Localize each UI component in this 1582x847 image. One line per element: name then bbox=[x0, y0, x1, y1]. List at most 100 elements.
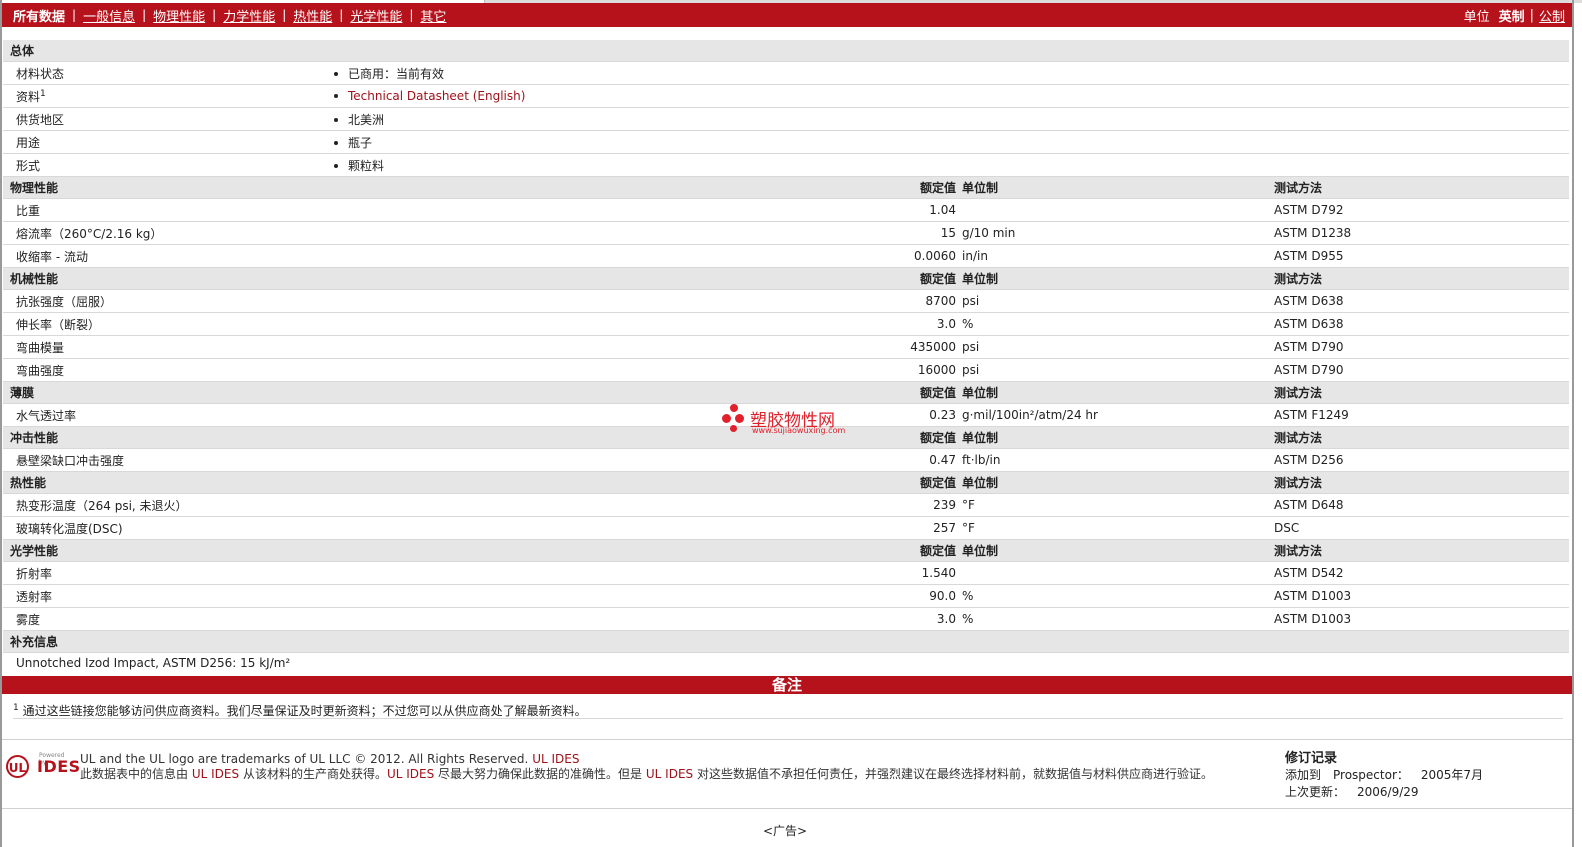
col-unit: 单位制 bbox=[962, 426, 1274, 449]
property-name: 形式 bbox=[3, 153, 326, 177]
ul-ides-logo[interactable]: UL Powered by IDES bbox=[6, 752, 80, 782]
section-header: 薄膜 额定值 单位制 测试方法 bbox=[3, 381, 1569, 404]
nav-mechanical[interactable]: 力学性能 bbox=[223, 6, 275, 25]
nav-general-info[interactable]: 一般信息 bbox=[83, 6, 135, 25]
ad-placeholder[interactable]: <广告> bbox=[0, 822, 1570, 839]
test-method: ASTM D1003 bbox=[1274, 584, 1569, 608]
ul-ides-link-2[interactable]: UL IDES bbox=[192, 767, 239, 781]
test-method: ASTM D1238 bbox=[1274, 221, 1569, 245]
bullet-icon bbox=[334, 117, 338, 122]
unit-value: g/10 min bbox=[962, 221, 1274, 245]
history-title: 修订记录 bbox=[1285, 751, 1338, 766]
footnote-marker: 1 bbox=[13, 703, 19, 713]
disclaimer: 此数据表中的信息由 UL IDES 从该材料的生产商处获得。UL IDES 尽最… bbox=[80, 767, 1213, 781]
footnote-marker: 1 bbox=[40, 88, 46, 99]
property-row: 折射率 1.540 ASTM D542 bbox=[3, 561, 1569, 585]
nav-other[interactable]: 其它 bbox=[420, 6, 446, 25]
property-value: Technical Datasheet (English) bbox=[326, 84, 1569, 108]
property-name: 弯曲模量 bbox=[3, 335, 326, 359]
unit-value: psi bbox=[962, 289, 1274, 313]
property-value: 颗粒料 bbox=[326, 153, 1569, 177]
col-method: 测试方法 bbox=[1274, 426, 1569, 449]
property-row: 比重 1.04 ASTM D792 bbox=[3, 198, 1569, 222]
col-nominal: 额定值 bbox=[886, 539, 962, 562]
unit-imperial[interactable]: 英制 bbox=[1499, 6, 1525, 25]
datasheet-link[interactable]: Technical Datasheet (English) bbox=[348, 89, 525, 103]
nav-thermal[interactable]: 热性能 bbox=[293, 6, 332, 25]
added-row: 添加到 Prospector： 2005年7月 bbox=[1285, 768, 1484, 782]
bullet-icon bbox=[334, 94, 338, 98]
property-value: 已商用：当前有效 bbox=[326, 61, 1569, 85]
col-unit: 单位制 bbox=[962, 381, 1274, 404]
property-name: 伸长率（断裂） bbox=[3, 312, 326, 336]
legal-text: UL and the UL logo are trademarks of UL … bbox=[80, 752, 1270, 782]
col-method: 测试方法 bbox=[1274, 176, 1569, 199]
general-row: 材料状态 已商用：当前有效 bbox=[3, 61, 1569, 85]
property-name: 热变形温度（264 psi, 未退火） bbox=[3, 493, 326, 517]
section-header: 热性能 额定值 单位制 测试方法 bbox=[3, 471, 1569, 494]
nav-all-data[interactable]: 所有数据 bbox=[13, 6, 65, 25]
col-nominal: 额定值 bbox=[886, 381, 962, 404]
units-label: 单位 bbox=[1463, 9, 1490, 25]
nominal-value: 435000 bbox=[886, 335, 962, 359]
unit-value: °F bbox=[962, 516, 1274, 540]
test-method: ASTM D955 bbox=[1274, 244, 1569, 268]
col-unit: 单位制 bbox=[962, 539, 1274, 562]
test-method: ASTM D638 bbox=[1274, 312, 1569, 336]
footer-divider bbox=[2, 739, 1572, 740]
section-header: 机械性能 额定值 单位制 测试方法 bbox=[3, 267, 1569, 290]
nominal-value: 3.0 bbox=[886, 607, 962, 631]
test-method: ASTM D790 bbox=[1274, 335, 1569, 359]
ul-logo-icon: UL bbox=[6, 755, 29, 778]
unit-value: psi bbox=[962, 335, 1274, 359]
test-method: ASTM D638 bbox=[1274, 289, 1569, 313]
supplemental-row: Unnotched Izod Impact, ASTM D256: 15 kJ/… bbox=[3, 653, 1569, 674]
supplemental-line: Unnotched Izod Impact, ASTM D256: 15 kJ/… bbox=[16, 656, 291, 670]
nav-optical[interactable]: 光学性能 bbox=[350, 6, 402, 25]
general-row: 资料1 Technical Datasheet (English) bbox=[3, 84, 1569, 108]
col-unit: 单位制 bbox=[962, 471, 1274, 494]
unit-metric[interactable]: 公制 bbox=[1539, 6, 1565, 25]
nominal-value: 0.0060 bbox=[886, 244, 962, 268]
property-row: 熔流率（260°C/2.16 kg） 15 g/10 min ASTM D1238 bbox=[3, 221, 1569, 245]
section-title: 总体 bbox=[3, 40, 1569, 62]
section-title: 光学性能 bbox=[3, 539, 326, 562]
nominal-value: 0.23 bbox=[886, 403, 962, 427]
revision-history: 修订记录 添加到 Prospector： 2005年7月 上次更新： 2006/9/2… bbox=[1285, 750, 1565, 801]
property-name: 收缩率 - 流动 bbox=[3, 244, 326, 268]
test-method: ASTM F1249 bbox=[1274, 403, 1569, 427]
ul-ides-link[interactable]: UL IDES bbox=[532, 752, 579, 766]
col-nominal: 额定值 bbox=[886, 267, 962, 290]
col-nominal: 额定值 bbox=[886, 176, 962, 199]
section-title: 物理性能 bbox=[3, 176, 326, 199]
property-name: 熔流率（260°C/2.16 kg） bbox=[3, 221, 326, 245]
ul-ides-link-3[interactable]: UL IDES bbox=[387, 767, 434, 781]
logo-ides: IDES bbox=[37, 757, 81, 776]
general-row: 形式 颗粒料 bbox=[3, 153, 1569, 177]
ul-ides-link-4[interactable]: UL IDES bbox=[646, 767, 693, 781]
col-unit: 单位制 bbox=[962, 267, 1274, 290]
test-method: ASTM D648 bbox=[1274, 493, 1569, 517]
property-name: 资料1 bbox=[3, 84, 326, 108]
section-header: 补充信息 bbox=[3, 630, 1569, 653]
test-method: ASTM D256 bbox=[1274, 448, 1569, 472]
property-row: 弯曲强度 16000 psi ASTM D790 bbox=[3, 358, 1569, 382]
section-header: 总体 bbox=[3, 40, 1569, 62]
nav-physical[interactable]: 物理性能 bbox=[153, 6, 205, 25]
watermark-en: www.sujiaowuxing.com bbox=[752, 426, 846, 435]
unit-value: in/in bbox=[962, 244, 1274, 268]
watermark: 塑胶物性网 www.sujiaowuxing.com bbox=[722, 402, 862, 438]
unit-value bbox=[962, 198, 1274, 222]
section-title: 冲击性能 bbox=[3, 426, 326, 449]
top-nav-bar: 所有数据 | 一般信息 | 物理性能 | 力学性能 | 热性能 | 光学性能 |… bbox=[2, 3, 1572, 27]
datasheet-table: 总体 材料状态 已商用：当前有效 资料1 Technical Datasheet (En… bbox=[3, 40, 1569, 693]
col-method: 测试方法 bbox=[1274, 539, 1569, 562]
unit-value: % bbox=[962, 312, 1274, 336]
general-row: 用途 瓶子 bbox=[3, 130, 1569, 154]
section-title: 热性能 bbox=[3, 471, 326, 494]
col-nominal: 额定值 bbox=[886, 471, 962, 494]
nominal-value: 1.04 bbox=[886, 198, 962, 222]
section-header: 光学性能 额定值 单位制 测试方法 bbox=[3, 539, 1569, 562]
property-name: 折射率 bbox=[3, 561, 326, 585]
property-row: 弯曲模量 435000 psi ASTM D790 bbox=[3, 335, 1569, 359]
